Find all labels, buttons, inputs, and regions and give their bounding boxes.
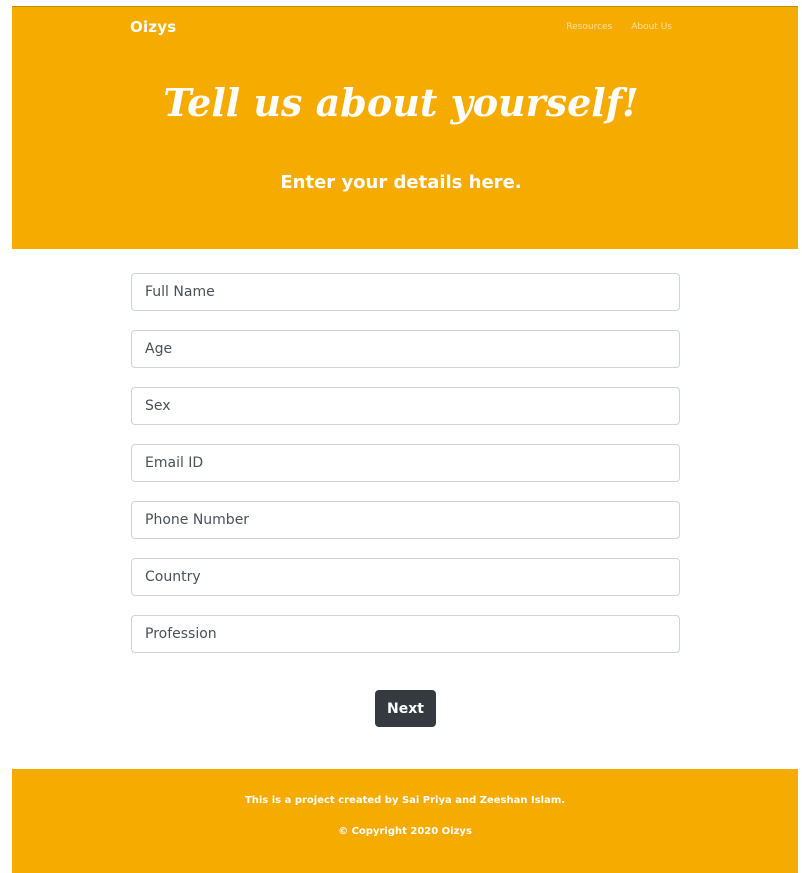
footer: This is a project created by Sai Priya a… [12, 769, 798, 873]
brand-logo[interactable]: Oizys [130, 18, 176, 36]
age-input[interactable] [131, 330, 680, 368]
footer-credit: This is a project created by Sai Priya a… [244, 795, 566, 806]
page-title: Tell us about yourself! [163, 80, 639, 125]
hero-top-divider [12, 6, 798, 7]
nav-about-us-link[interactable]: About Us [631, 22, 672, 32]
footer-copyright: © Copyright 2020 Oizys [338, 826, 472, 837]
next-button[interactable]: Next [375, 690, 436, 727]
phone-number-input[interactable] [131, 501, 680, 539]
hero-banner [12, 6, 798, 249]
sex-input[interactable] [131, 387, 680, 425]
page-subtitle: Enter your details here. [280, 172, 522, 193]
details-form [131, 273, 680, 672]
profession-input[interactable] [131, 615, 680, 653]
country-input[interactable] [131, 558, 680, 596]
full-name-input[interactable] [131, 273, 680, 311]
top-nav: Resources About Us [566, 22, 672, 32]
nav-resources-link[interactable]: Resources [566, 22, 612, 32]
page: Oizys Resources About Us Tell us about y… [0, 0, 802, 873]
email-input[interactable] [131, 444, 680, 482]
